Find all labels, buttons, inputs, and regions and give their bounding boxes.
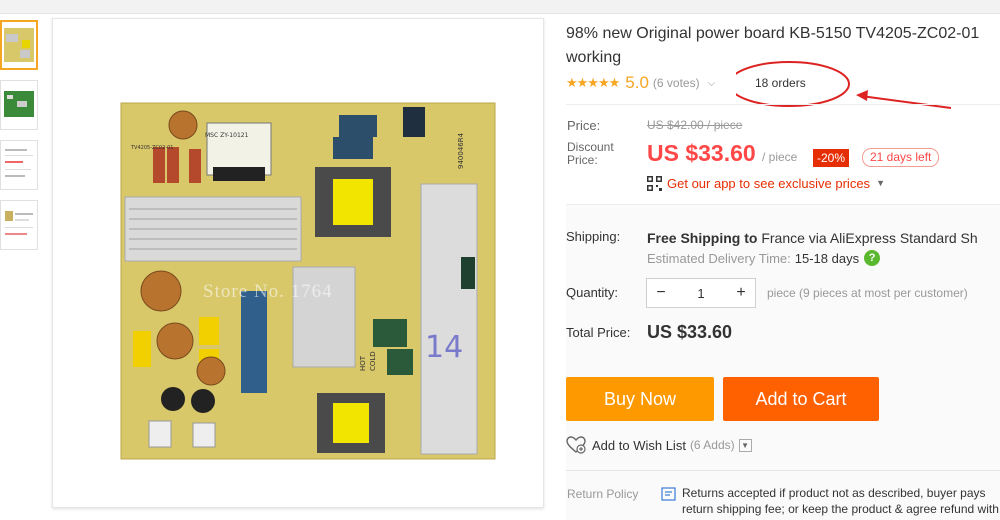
discount-price-label: Discount Price: [567, 141, 627, 167]
heart-plus-icon [566, 436, 586, 454]
board-model-label: TV4205-ZC02-01 [130, 145, 173, 151]
app-promo-text[interactable]: Get our app to see exclusive prices [667, 176, 870, 191]
thumbnail-2[interactable] [0, 80, 38, 130]
thumbnail-3[interactable] [0, 140, 38, 190]
original-price: US $42.00 / piece [647, 118, 743, 132]
wish-list-text[interactable]: Add to Wish List [592, 438, 686, 453]
caret-down-icon[interactable]: ▼ [876, 178, 885, 188]
chevron-down-icon[interactable]: ⌵ [708, 78, 716, 89]
delivery-value: 15-18 days [794, 250, 860, 266]
return-policy-icon [661, 487, 676, 501]
image-watermark: Store No. 1764 [203, 281, 333, 302]
buy-now-button[interactable]: Buy Now [566, 377, 714, 421]
votes-count[interactable]: (6 votes) [653, 76, 700, 90]
transformer-label: MSC ZY-10121 [205, 132, 249, 139]
board-hot-label: HOT [359, 355, 367, 371]
divider [566, 470, 1000, 471]
handwritten-mark: 14 [425, 330, 463, 365]
rating-value: 5.0 [625, 73, 649, 92]
thumbnail-1[interactable] [0, 20, 38, 70]
board-code-label: 940046R4 [457, 132, 465, 169]
wish-count: (6 Adds) [689, 438, 735, 452]
quantity-stepper: − 1 + [646, 278, 756, 308]
product-info-panel: 98% new Original power board KB-5150 TV4… [566, 0, 1000, 520]
delivery-row: Estimated Delivery Time: 15-18 days ? [647, 250, 881, 266]
quantity-label: Quantity: [566, 285, 619, 300]
price-label: Price: [567, 118, 601, 133]
decrease-quantity-button[interactable]: − [647, 279, 675, 307]
board-cold-label: COLD [369, 351, 377, 371]
add-to-cart-button[interactable]: Add to Cart [723, 377, 879, 421]
quantity-input[interactable]: 1 [675, 286, 727, 301]
power-board-illustration: 14 MSC ZY-10121 TV4205-ZC02-01 940046R4 … [120, 102, 496, 460]
orders-annotation: 18 orders [755, 76, 806, 90]
increase-quantity-button[interactable]: + [727, 279, 755, 307]
app-promo-link[interactable]: Get our app to see exclusive prices ▼ [647, 174, 885, 192]
shipping-label: Shipping: [566, 229, 621, 244]
divider [566, 104, 1000, 105]
discount-price: US $33.60 [647, 140, 756, 166]
total-price-value: US $33.60 [647, 322, 733, 342]
days-left-badge: 21 days left [862, 148, 940, 167]
per-piece-unit: / piece [762, 150, 798, 164]
chevron-down-icon[interactable]: ▼ [738, 438, 752, 452]
rating-stars-icon: ★★★★★ [566, 75, 620, 90]
rating-row[interactable]: ★★★★★ 5.0 (6 votes) ⌵ [566, 72, 715, 94]
return-policy-label: Return Policy [567, 487, 639, 501]
discount-badge: -20% [813, 149, 850, 167]
qr-code-icon [647, 175, 662, 191]
discount-price-label-text: Discount Price: [567, 140, 614, 167]
free-shipping-text: Free Shipping to [647, 230, 758, 246]
quantity-info: piece (9 pieces at most per customer) [767, 286, 968, 300]
thumbnail-4[interactable] [0, 200, 38, 250]
main-product-image[interactable]: 14 MSC ZY-10121 TV4205-ZC02-01 940046R4 … [52, 18, 544, 508]
total-price-label: Total Price: [566, 325, 631, 340]
shipping-destination: France via AliExpress Standard Sh [757, 230, 978, 246]
return-policy-text: Returns accepted if product not as descr… [682, 486, 999, 520]
wish-list-link[interactable]: Add to Wish List (6 Adds) ▼ [566, 435, 752, 455]
shipping-option[interactable]: Free Shipping to France via AliExpress S… [647, 230, 978, 246]
help-icon[interactable]: ? [864, 250, 881, 266]
delivery-label: Estimated Delivery Time: [647, 250, 791, 266]
